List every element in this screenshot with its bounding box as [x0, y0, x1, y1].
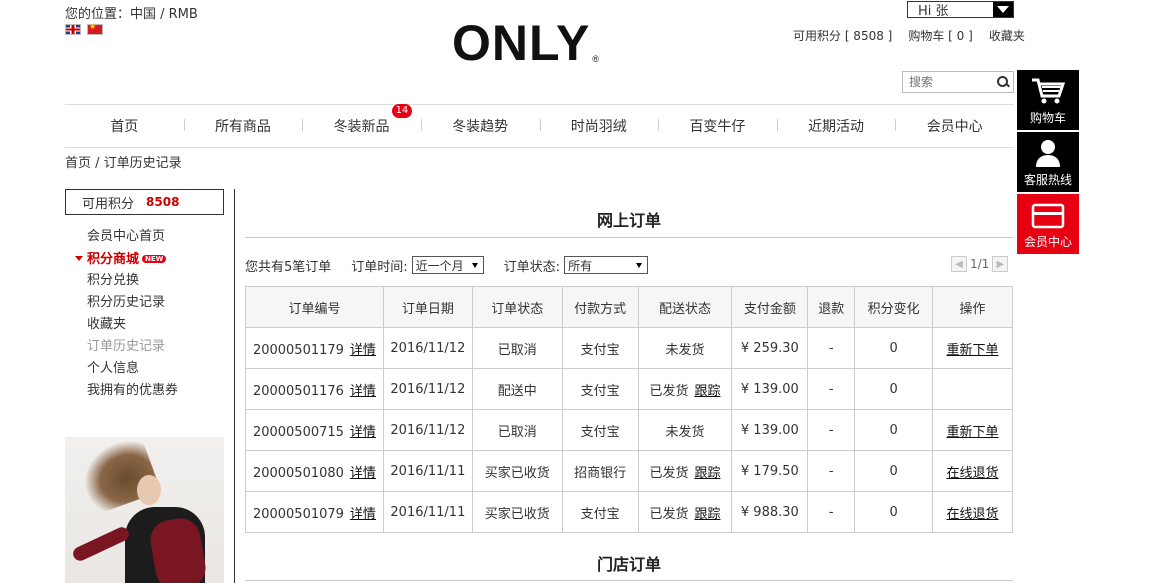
- search-input[interactable]: [909, 75, 995, 89]
- table-row: 20000500715 详情 2016/11/12 已取消 支付宝 未发货 ¥ 1…: [245, 409, 1013, 451]
- order-detail-link[interactable]: 详情: [350, 343, 376, 358]
- float-member-button[interactable]: 会员中心: [1017, 194, 1079, 254]
- floating-toolbar: 购物车 客服热线 会员中心: [1017, 70, 1079, 256]
- order-detail-link[interactable]: 详情: [350, 466, 376, 481]
- uk-flag-icon[interactable]: [65, 24, 81, 35]
- reorder-link[interactable]: 重新下单: [947, 343, 999, 358]
- sidebar-item-favorites[interactable]: 收藏夹: [87, 314, 178, 336]
- pagination: ◀ 1/1 ▶: [951, 256, 1009, 272]
- order-detail-link[interactable]: 详情: [350, 384, 376, 399]
- float-service-button[interactable]: 客服热线: [1017, 132, 1079, 192]
- main-nav: 首页 所有商品 冬装新品 14 冬装趋势 时尚羽绒 百变牛仔 近期活动 会员中心: [65, 104, 1014, 148]
- store-title-divider: [245, 580, 1013, 581]
- nav-item-winter-trends[interactable]: 冬装趋势: [420, 116, 540, 136]
- search-box: [902, 71, 1014, 93]
- order-count-summary: 您共有5笔订单: [245, 259, 332, 275]
- page-info: 1/1: [970, 257, 990, 271]
- prev-page-button[interactable]: ◀: [951, 256, 967, 272]
- sidebar-item-member-home[interactable]: 会员中心首页: [87, 226, 178, 248]
- store-orders-title: 门店订单: [596, 555, 661, 574]
- location-selector[interactable]: 您的位置：中国 / RMB: [65, 3, 198, 22]
- table-row: 20000501179 详情 2016/11/12 已取消 支付宝 未发货 ¥ 2…: [245, 327, 1013, 369]
- nav-item-winter-new[interactable]: 冬装新品 14: [302, 104, 421, 136]
- new-badge: NEW: [142, 255, 167, 263]
- user-greeting: Hi 张: [918, 4, 949, 19]
- track-shipment-link[interactable]: 跟踪: [694, 384, 720, 399]
- reorder-link[interactable]: 重新下单: [947, 425, 999, 440]
- online-orders-title: 网上订单: [596, 211, 661, 230]
- next-page-button[interactable]: ▶: [992, 256, 1009, 272]
- member-sidebar-menu: 会员中心首页 积分商城 NEW 积分兑换 积分历史记录 收藏夹 订单历史记录 个人…: [74, 226, 178, 402]
- online-return-link[interactable]: 在线退货: [947, 507, 999, 522]
- orders-table: 订单编号 订单日期 订单状态 付款方式 配送状态 支付金额 退款 积分变化 操作…: [245, 286, 1013, 533]
- order-detail-link[interactable]: 详情: [350, 507, 376, 522]
- sidebar-item-points-history[interactable]: 积分历史记录: [87, 292, 178, 314]
- sidebar-item-order-history[interactable]: 订单历史记录: [87, 336, 178, 358]
- float-cart-button[interactable]: 购物车: [1017, 70, 1079, 130]
- cart-link[interactable]: 购物车 [ 0 ]: [908, 27, 972, 44]
- nav-item-member-center[interactable]: 会员中心: [895, 116, 1014, 136]
- language-flags: [65, 22, 103, 35]
- table-row: 20000501080 详情 2016/11/11 买家已收货 招商银行 已发货跟…: [245, 450, 1013, 492]
- order-time-select[interactable]: 近一个月: [411, 256, 484, 274]
- points-value: 8508: [146, 195, 180, 209]
- nav-item-events[interactable]: 近期活动: [776, 116, 896, 136]
- chevron-down-icon[interactable]: [993, 2, 1013, 17]
- sidebar-divider: [234, 189, 235, 583]
- nav-item-down-jackets[interactable]: 时尚羽绒: [539, 116, 659, 136]
- order-detail-link[interactable]: 详情: [350, 425, 376, 440]
- breadcrumb[interactable]: 首页 / 订单历史记录: [65, 152, 182, 171]
- online-return-link[interactable]: 在线退货: [947, 466, 999, 481]
- order-status-select[interactable]: 所有: [564, 256, 649, 274]
- order-filter-bar: 您共有5笔订单 订单时间: 近一个月 订单状态: 所有: [245, 255, 1013, 275]
- china-flag-icon[interactable]: [87, 22, 103, 35]
- track-shipment-link[interactable]: 跟踪: [694, 507, 720, 522]
- cart-icon: [1032, 78, 1065, 104]
- points-link[interactable]: 可用积分 [ 8508 ]: [793, 27, 892, 44]
- favorites-link[interactable]: 收藏夹: [989, 27, 1025, 44]
- table-row: 20000501079 详情 2016/11/11 买家已收货 支付宝 已发货 跟踪…: [245, 491, 1013, 533]
- user-icon: [1036, 140, 1060, 167]
- brand-logo[interactable]: ONLY ®: [452, 14, 599, 72]
- promo-model-image[interactable]: [65, 437, 224, 583]
- user-dropdown[interactable]: Hi 张: [907, 1, 1014, 19]
- table-header-row: 订单编号 订单日期 订单状态 付款方式 配送状态 支付金额 退款 积分变化 操作: [245, 286, 1013, 328]
- sidebar-item-points-mall[interactable]: 积分商城 NEW: [74, 248, 178, 270]
- nav-item-denim[interactable]: 百变牛仔: [658, 116, 777, 136]
- card-icon: [1031, 203, 1065, 229]
- track-shipment-link[interactable]: 跟踪: [694, 466, 720, 481]
- search-icon[interactable]: [995, 74, 1011, 90]
- sidebar-item-coupons[interactable]: 我拥有的优惠券: [87, 380, 178, 402]
- top-links: 可用积分 [ 8508 ] 购物车 [ 0 ] 收藏夹: [793, 27, 1025, 44]
- sidebar-item-profile[interactable]: 个人信息: [87, 358, 178, 380]
- nav-item-home[interactable]: 首页: [65, 116, 184, 136]
- table-row: 20000501176 详情 2016/11/12 配送中 支付宝 已发货 跟踪 ¥…: [245, 368, 1013, 410]
- available-points-box: 可用积分 8508: [65, 189, 224, 215]
- sidebar-item-points-exchange[interactable]: 积分兑换: [87, 270, 178, 292]
- new-count-badge: 14: [391, 104, 413, 118]
- nav-item-all-products[interactable]: 所有商品: [183, 116, 303, 136]
- title-divider: [245, 237, 1013, 238]
